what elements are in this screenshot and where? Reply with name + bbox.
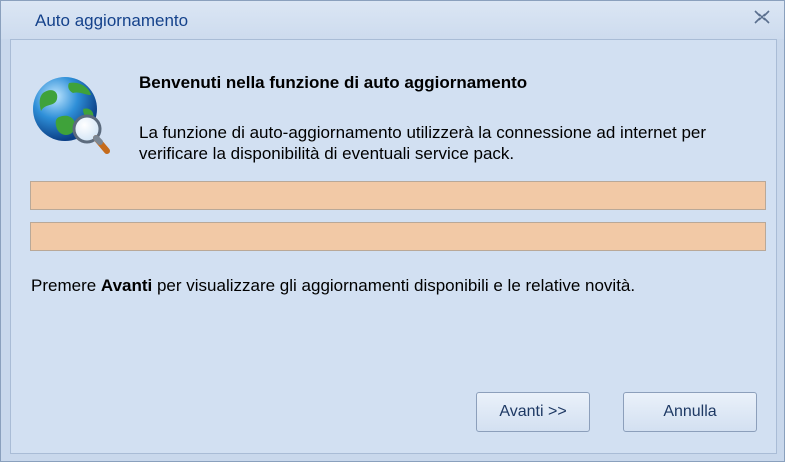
- next-button[interactable]: Avanti >>: [476, 392, 590, 432]
- instruction-text: Premere Avanti per visualizzare gli aggi…: [31, 276, 635, 296]
- welcome-heading: Benvenuti nella funzione di auto aggiorn…: [139, 73, 528, 92]
- instruction-prefix: Premere: [31, 276, 101, 295]
- progress-bar-1: [30, 181, 766, 210]
- window-title: Auto aggiornamento: [35, 11, 189, 30]
- auto-update-dialog: Auto aggiornamento Benvenuti nella funzi…: [0, 0, 785, 462]
- progress-bar-2: [30, 222, 766, 251]
- instruction-bold-next: Avanti: [100, 276, 153, 295]
- description-text: La funzione di auto-aggiornamento utiliz…: [139, 123, 707, 163]
- cancel-button[interactable]: Annulla: [623, 392, 757, 432]
- globe-search-icon: [29, 73, 113, 157]
- close-icon[interactable]: [752, 10, 772, 30]
- close-x-shape: [754, 10, 770, 24]
- dialog-body: Benvenuti nella funzione di auto aggiorn…: [10, 39, 777, 454]
- title-bar: Auto aggiornamento: [1, 1, 784, 39]
- instruction-suffix: per visualizzare gli aggiornamenti dispo…: [152, 276, 636, 295]
